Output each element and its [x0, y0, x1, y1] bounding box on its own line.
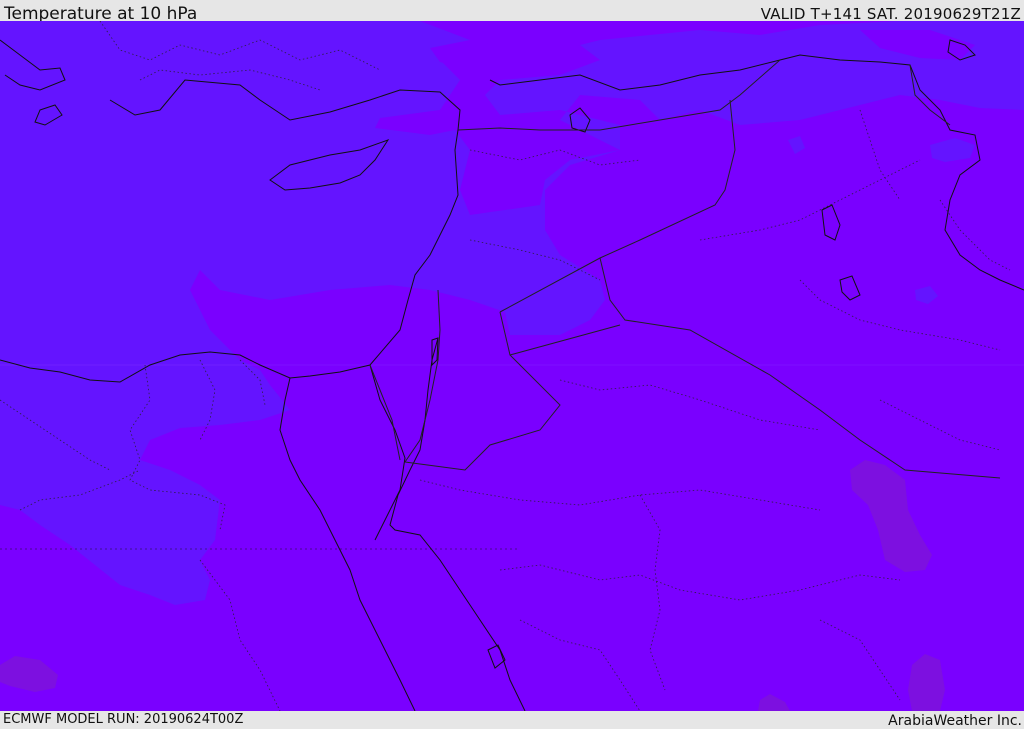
map-canvas: [0, 21, 1024, 711]
temperature-map[interactable]: [0, 21, 1024, 711]
model-run-label: ECMWF MODEL RUN: 20190624T00Z: [3, 712, 244, 727]
map-page: Temperature at 10 hPa VALID T+141 SAT. 2…: [0, 0, 1024, 729]
footer-bar: ECMWF MODEL RUN: 20190624T00Z ArabiaWeat…: [0, 711, 1024, 729]
credit-label: ArabiaWeather Inc.: [888, 713, 1022, 729]
header-bar: Temperature at 10 hPa VALID T+141 SAT. 2…: [0, 0, 1024, 24]
